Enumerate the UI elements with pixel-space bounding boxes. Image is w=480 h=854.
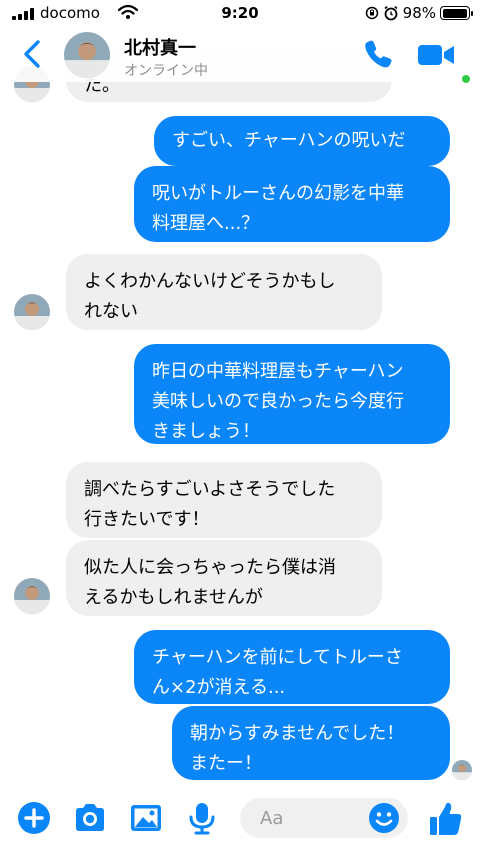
avatar-photo xyxy=(452,760,472,780)
message-bubble-incoming[interactable]: 似た人に会っちゃったら僕は消 えるかもしれませんが xyxy=(66,540,382,616)
orientation-lock-icon xyxy=(365,6,378,20)
status-bar: docomo 9:20 98% xyxy=(0,0,480,28)
message-text-line: ん×2が消える... xyxy=(152,677,286,698)
avatar-photo xyxy=(14,294,50,330)
message-text-line: よくわかんないけどそうかもし xyxy=(84,271,336,292)
contact-avatar[interactable] xyxy=(64,32,110,78)
message-text-line: 呪いがトルーさんの幻影を中華 xyxy=(152,183,404,204)
message-text-line: えるかもしれませんが xyxy=(84,587,263,608)
message-bubble-incoming[interactable]: よくわかんないけどそうかもし れない xyxy=(66,254,382,330)
battery-level xyxy=(442,8,467,18)
message-text-line: 朝からすみませんでした！ xyxy=(190,723,405,744)
message-text-line: 調べたらすごいよさそうでした xyxy=(84,479,336,500)
contact-avatar[interactable] xyxy=(14,578,50,614)
message-bubble-outgoing[interactable]: 朝からすみませんでした！ またー！ xyxy=(172,706,450,780)
message-bubble-outgoing[interactable]: 昨日の中華料理屋もチャーハン 美味しいので良かったら今度行 きましょう！ xyxy=(134,344,450,444)
image-icon[interactable] xyxy=(128,800,164,836)
microphone-icon[interactable] xyxy=(184,800,220,836)
plus-icon[interactable] xyxy=(16,800,52,836)
status-right: 98% xyxy=(365,4,473,22)
message-bubble-outgoing[interactable]: すごい、チャーハンの呪いだ xyxy=(154,116,450,166)
video-call-icon[interactable] xyxy=(416,40,456,70)
message-text-line: 料理屋へ...？ xyxy=(152,213,260,234)
message-text-line: 行きたいです！ xyxy=(84,509,210,530)
contact-avatar[interactable] xyxy=(14,294,50,330)
message-text-line: 美味しいので良かったら今度行 xyxy=(152,391,404,412)
online-status-dot xyxy=(460,73,472,85)
message-text-line: 似た人に会っちゃったら僕は消 xyxy=(84,557,336,578)
message-text: すごい、チャーハンの呪いだ xyxy=(172,130,406,151)
message-text-line: きましょう！ xyxy=(152,421,260,442)
message-text-line: チャーハンを前にしてトルーさ xyxy=(152,647,403,668)
phone-call-icon[interactable] xyxy=(362,38,394,70)
message-bubble-outgoing[interactable]: チャーハンを前にしてトルーさ ん×2が消える... xyxy=(134,630,450,704)
message-composer xyxy=(0,786,480,854)
message-list[interactable]: た。 すごい、チャーハンの呪いだ 呪いがトルーさんの幻影を中華 料理屋へ...？… xyxy=(0,0,480,786)
message-text-line: れない xyxy=(84,301,138,322)
alarm-icon xyxy=(384,5,398,21)
contact-name[interactable]: 北村真一 xyxy=(124,34,196,60)
avatar-photo xyxy=(14,578,50,614)
message-bubble-outgoing[interactable]: 呪いがトルーさんの幻影を中華 料理屋へ...？ xyxy=(134,166,450,242)
avatar-photo xyxy=(64,32,110,78)
seen-avatar xyxy=(452,760,472,780)
message-text-line: 昨日の中華料理屋もチャーハン xyxy=(152,361,404,382)
camera-icon[interactable] xyxy=(72,800,108,836)
conversation-header: 北村真一 オンライン中 xyxy=(0,26,480,85)
message-bubble-incoming[interactable]: 調べたらすごいよさそうでした 行きたいです！ xyxy=(66,462,382,538)
battery-icon xyxy=(440,6,473,20)
message-text-line: またー！ xyxy=(190,753,262,774)
emoji-icon[interactable] xyxy=(368,802,400,834)
contact-status: オンライン中 xyxy=(124,63,208,79)
battery-percentage: 98% xyxy=(402,4,436,22)
thumbs-up-icon[interactable] xyxy=(428,800,464,838)
chevron-left-icon[interactable] xyxy=(20,38,44,70)
